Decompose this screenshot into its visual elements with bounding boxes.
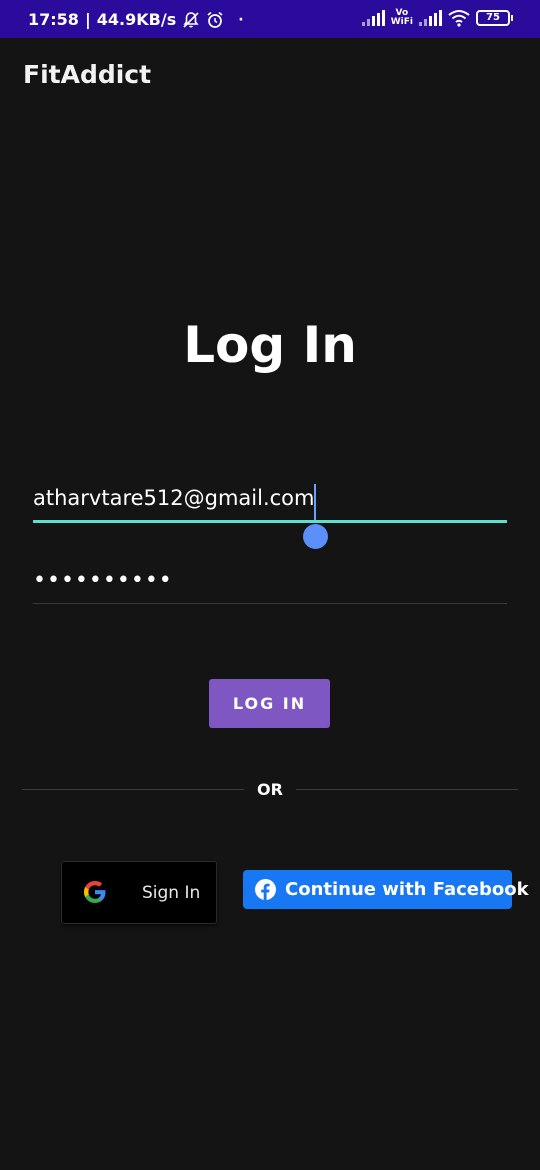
status-left: 17:58 | 44.9KB/s · bbox=[28, 10, 244, 29]
text-cursor bbox=[314, 484, 316, 520]
bell-off-icon bbox=[183, 11, 199, 28]
google-sign-in-button[interactable]: Sign In bbox=[61, 861, 217, 924]
password-field[interactable]: •••••••••• bbox=[33, 566, 507, 604]
network-speed: 44.9KB/s bbox=[96, 10, 177, 29]
page-title: Log In bbox=[183, 316, 357, 374]
email-value[interactable]: atharvtare512@gmail.com bbox=[33, 486, 314, 510]
battery-level: 75 bbox=[486, 12, 500, 23]
wifi-icon bbox=[448, 10, 470, 27]
vowifi-indicator: Vo WiFi bbox=[391, 9, 413, 27]
status-time: 17:58 bbox=[28, 10, 79, 29]
facebook-icon bbox=[255, 879, 276, 900]
signal-icon-2 bbox=[419, 10, 442, 26]
status-right: Vo WiFi 75 bbox=[361, 9, 513, 27]
dot-icon: · bbox=[238, 11, 244, 28]
login-button[interactable]: LOG IN bbox=[209, 679, 330, 728]
facebook-login-label: Continue with Facebook bbox=[285, 879, 529, 900]
status-bar: 17:58 | 44.9KB/s · Vo WiFi 75 bbox=[0, 0, 540, 38]
app-title: FitAddict bbox=[23, 60, 152, 89]
alarm-icon bbox=[207, 11, 223, 28]
google-sign-in-label: Sign In bbox=[142, 883, 201, 903]
cursor-handle[interactable] bbox=[303, 524, 328, 549]
signal-icon bbox=[361, 10, 385, 26]
email-field[interactable]: atharvtare512@gmail.com bbox=[33, 480, 507, 549]
google-icon bbox=[84, 881, 106, 903]
vowifi-bottom: WiFi bbox=[390, 17, 413, 27]
password-value[interactable]: •••••••••• bbox=[33, 568, 173, 593]
battery-icon: 75 bbox=[476, 10, 513, 26]
divider-right bbox=[296, 789, 518, 790]
facebook-login-button[interactable]: Continue with Facebook bbox=[243, 870, 529, 909]
status-separator: | bbox=[84, 10, 91, 29]
